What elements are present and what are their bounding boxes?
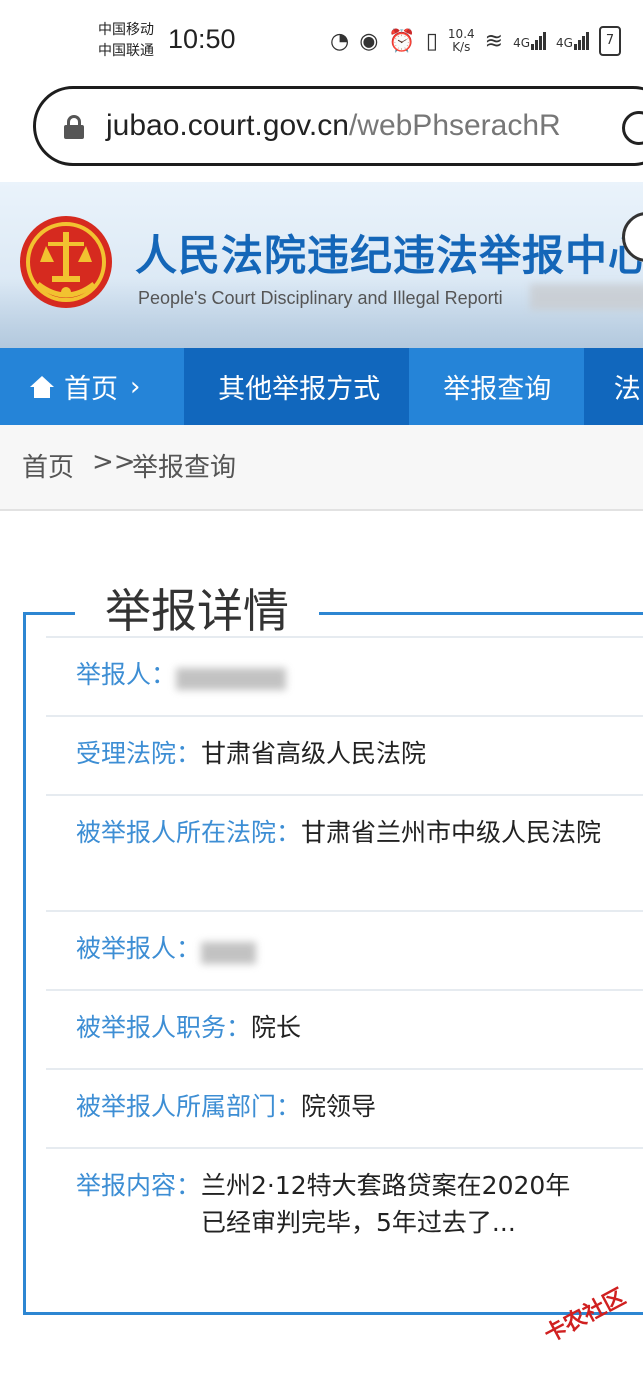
eye-icon: ◉ — [359, 28, 379, 54]
address-bar[interactable]: jubao.court.gov.cn/webPhserachR — [33, 86, 643, 166]
content-label: 举报内容： — [76, 1171, 202, 1200]
url-path: /webPhserachR — [348, 109, 561, 142]
tabs-icon[interactable] — [622, 111, 643, 145]
detail-row-accused: 被举报人： — [46, 910, 643, 990]
speedometer-icon: ◔ — [330, 28, 350, 54]
home-icon — [30, 375, 54, 398]
nav-report-query[interactable]: 举报查询 — [409, 348, 584, 425]
carrier-1: 中国移动 — [98, 22, 154, 38]
status-bar: 中国移动 中国联通 10:50 ◔ ◉ ⏰ ▯ 10.4 K/s ≋ 4G 4G… — [0, 0, 643, 80]
nav-other-methods[interactable]: 其他举报方式 — [184, 348, 410, 425]
content-value: 兰州2·12特大套路贷案在2020年已经审判完毕，5年过去了... — [201, 1171, 571, 1237]
status-icons: ◔ ◉ ⏰ ▯ 10.4 K/s ≋ 4G 4G 7 — [330, 26, 621, 56]
site-header: 人民法院违纪违法举报中心 People's Court Disciplinary… — [0, 182, 643, 348]
breadcrumb: 首页 >> 举报查询 — [0, 425, 643, 511]
site-title: 人民法院违纪违法举报中心 — [135, 231, 643, 280]
clock: 10:50 — [168, 24, 236, 54]
redacted-accused — [201, 941, 257, 964]
detail-row-reporter: 举报人： — [46, 636, 643, 716]
detail-row-position: 被举报人职务：院长 — [46, 989, 643, 1069]
accused-court-label: 被举报人所在法院： — [76, 818, 302, 847]
battery-icon: 7 — [598, 26, 621, 56]
url-host: jubao.court.gov.cn — [106, 109, 349, 142]
redacted-subtitle — [530, 284, 643, 310]
carrier-2: 中国联通 — [98, 43, 154, 59]
detail-row-court: 受理法院：甘肃省高级人民法院 — [46, 715, 643, 795]
lock-icon — [64, 115, 84, 139]
position-value: 院长 — [251, 1013, 302, 1042]
detail-row-accused-court: 被举报人所在法院：甘肃省兰州市中级人民法院 — [46, 794, 643, 911]
main-nav: 首页 › 其他举报方式 举报查询 法 — [0, 348, 643, 425]
net-speed: 10.4 K/s — [447, 27, 475, 54]
carrier-info: 中国移动 中国联通 — [98, 20, 154, 62]
chevron-right-icon: › — [130, 371, 141, 402]
breadcrumb-home[interactable]: 首页 — [22, 447, 74, 484]
url-text[interactable]: jubao.court.gov.cn/webPhserachR — [106, 109, 561, 143]
nav-home[interactable]: 首页 › — [0, 348, 185, 425]
detail-row-department: 被举报人所属部门：院领导 — [46, 1068, 643, 1148]
wifi-icon: ≋ — [484, 28, 504, 54]
court-label: 受理法院： — [76, 739, 202, 768]
reporter-label: 举报人： — [76, 660, 177, 689]
alarm-icon: ⏰ — [388, 28, 416, 54]
court-value: 甘肃省高级人民法院 — [201, 739, 427, 768]
signal-icon-2: 4G — [556, 32, 589, 50]
breadcrumb-current: 举报查询 — [132, 453, 237, 483]
accused-label: 被举报人： — [76, 934, 202, 963]
vibrate-icon: ▯ — [425, 28, 438, 54]
court-emblem-icon — [20, 216, 112, 308]
details-title: 举报详情 — [75, 578, 319, 644]
signal-icon-1: 4G — [513, 32, 547, 50]
accused-court-value: 甘肃省兰州市中级人民法院 — [301, 818, 602, 847]
redacted-reporter — [176, 667, 287, 690]
breadcrumb-separator: >> — [92, 447, 136, 477]
nav-more[interactable]: 法 — [583, 348, 643, 425]
position-label: 被举报人职务： — [76, 1013, 252, 1042]
department-label: 被举报人所属部门： — [76, 1092, 302, 1121]
site-subtitle: People's Court Disciplinary and Illegal … — [138, 288, 503, 308]
nav-home-label: 首页 — [64, 374, 118, 405]
detail-row-content: 举报内容： 兰州2·12特大套路贷案在2020年已经审判完毕，5年过去了... — [46, 1147, 643, 1267]
department-value: 院领导 — [301, 1092, 377, 1121]
